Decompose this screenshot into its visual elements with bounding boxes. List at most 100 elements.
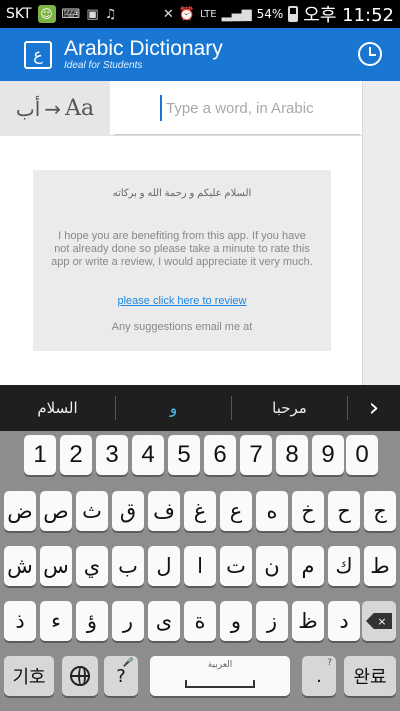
- keyboard-icon: ⌨: [61, 6, 81, 22]
- app-titles: Arabic Dictionary Ideal for Students: [64, 36, 223, 72]
- letter-key[interactable]: ذ: [4, 601, 36, 641]
- letter-key[interactable]: ك: [328, 546, 360, 586]
- suggestion-item[interactable]: السلام: [0, 385, 115, 431]
- space-language-label: العربية: [207, 660, 233, 670]
- letter-key[interactable]: ن: [256, 546, 288, 586]
- search-input[interactable]: [160, 95, 355, 121]
- latin-letters-label: Aa: [65, 96, 95, 121]
- bottom-row: 기호 🎤 ? العربية ? . 완료: [0, 652, 400, 698]
- space-key[interactable]: العربية: [150, 656, 290, 696]
- app-bar: ع Arabic Dictionary Ideal for Students: [0, 28, 400, 81]
- key-5[interactable]: 5: [168, 435, 200, 475]
- question-label: ?: [116, 665, 126, 687]
- letter-key[interactable]: خ: [292, 491, 324, 531]
- letter-row-3: ذ ء ؤ ر ى ة و ز ظ د ×: [0, 597, 400, 643]
- letter-key[interactable]: و: [220, 601, 252, 641]
- app-subtitle: Ideal for Students: [64, 59, 143, 71]
- signal-icon: ▂▄▆: [221, 6, 252, 22]
- key-9[interactable]: 9: [312, 435, 344, 475]
- status-bar: SKT ☺ ⌨ ▣ ♫ ✕ ⏰ LTE ▂▄▆ 54% 오후 11:52: [0, 0, 400, 28]
- letter-row-2: ش س ي ب ل ا ت ن م ك ط: [0, 542, 400, 588]
- letter-key[interactable]: ر: [112, 601, 144, 641]
- question-key[interactable]: 🎤 ?: [104, 656, 138, 696]
- space-bar-icon: [185, 680, 255, 688]
- keyboard-suggestion-bar: السلام و مرحبا ›: [0, 385, 400, 431]
- headphones-icon: ♫: [104, 6, 117, 22]
- letter-key[interactable]: ح: [328, 491, 360, 531]
- key-3[interactable]: 3: [96, 435, 128, 475]
- battery-icon: [288, 6, 299, 22]
- review-message: I hope you are benefiting from this app.…: [51, 230, 313, 268]
- letter-key[interactable]: د: [328, 601, 360, 641]
- screenshot-icon: ▣: [86, 6, 99, 22]
- letter-key[interactable]: غ: [184, 491, 216, 531]
- letter-key[interactable]: ض: [4, 491, 36, 531]
- letter-key[interactable]: ز: [256, 601, 288, 641]
- keyboard: 1 2 3 4 5 6 7 8 9 0 ض ص ث ق ف غ ع ه خ ح …: [0, 431, 400, 711]
- side-strip: [362, 81, 400, 385]
- globe-icon: [70, 666, 90, 686]
- letter-row-1: ض ص ث ق ف غ ع ه خ ح ج: [0, 487, 400, 533]
- letter-key[interactable]: ة: [184, 601, 216, 641]
- letter-key[interactable]: ق: [112, 491, 144, 531]
- clock: 오후 11:52: [303, 5, 394, 26]
- letter-key[interactable]: م: [292, 546, 324, 586]
- letter-key[interactable]: ؤ: [76, 601, 108, 641]
- letter-key[interactable]: ع: [220, 491, 252, 531]
- done-key[interactable]: 완료: [344, 656, 396, 696]
- mute-icon: ✕: [162, 6, 174, 22]
- battery-percent: 54%: [256, 7, 284, 21]
- backspace-icon: ×: [366, 613, 392, 629]
- review-link[interactable]: please click here to review: [33, 295, 331, 307]
- letter-key[interactable]: ي: [76, 546, 108, 586]
- letter-key[interactable]: ا: [184, 546, 216, 586]
- suggestion-item[interactable]: مرحبا: [232, 385, 347, 431]
- backspace-key[interactable]: ×: [362, 601, 396, 641]
- language-key[interactable]: [62, 656, 98, 696]
- screen: SKT ☺ ⌨ ▣ ♫ ✕ ⏰ LTE ▂▄▆ 54% 오후 11:52 ع A…: [0, 0, 400, 711]
- network-type: LTE: [199, 8, 217, 20]
- letter-key[interactable]: س: [40, 546, 72, 586]
- letter-key[interactable]: ظ: [292, 601, 324, 641]
- period-sub-label: ?: [327, 658, 332, 668]
- chevron-right-icon[interactable]: ›: [348, 393, 400, 423]
- letter-key[interactable]: ش: [4, 546, 36, 586]
- key-6[interactable]: 6: [204, 435, 236, 475]
- letter-key[interactable]: ب: [112, 546, 144, 586]
- search-underline: [114, 134, 360, 135]
- period-key[interactable]: ? .: [302, 656, 336, 696]
- letter-key[interactable]: ت: [220, 546, 252, 586]
- suggestions-text: Any suggestions email me at: [111, 321, 253, 333]
- arrow-right-icon: →: [44, 96, 62, 121]
- arabic-letters-label: أب: [15, 96, 41, 121]
- letter-key[interactable]: ف: [148, 491, 180, 531]
- app-notification-icon: ☺: [37, 5, 56, 23]
- app-title: Arabic Dictionary: [64, 36, 223, 60]
- key-2[interactable]: 2: [60, 435, 92, 475]
- review-card: السلام عليكم و رحمة الله و بركاته I hope…: [33, 170, 331, 351]
- key-7[interactable]: 7: [240, 435, 272, 475]
- mic-icon: 🎤: [122, 658, 134, 668]
- key-1[interactable]: 1: [24, 435, 56, 475]
- letter-key[interactable]: ط: [364, 546, 396, 586]
- alarm-icon: ⏰: [178, 6, 195, 22]
- search-row: أب → Aa: [0, 81, 362, 136]
- symbols-key[interactable]: 기호: [4, 656, 54, 696]
- transliterate-button[interactable]: أب → Aa: [0, 81, 110, 136]
- history-icon[interactable]: [358, 42, 382, 66]
- letter-key[interactable]: ج: [364, 491, 396, 531]
- letter-key[interactable]: ل: [148, 546, 180, 586]
- period-label: .: [316, 665, 322, 687]
- letter-key[interactable]: ث: [76, 491, 108, 531]
- letter-key[interactable]: ى: [148, 601, 180, 641]
- suggestion-item[interactable]: و: [116, 385, 231, 431]
- letter-key[interactable]: ص: [40, 491, 72, 531]
- letter-key[interactable]: ء: [40, 601, 72, 641]
- key-8[interactable]: 8: [276, 435, 308, 475]
- app-logo-icon: ع: [24, 40, 52, 69]
- carrier-label: SKT: [6, 6, 32, 22]
- letter-key[interactable]: ه: [256, 491, 288, 531]
- key-0[interactable]: 0: [346, 435, 378, 475]
- number-row: 1 2 3 4 5 6 7 8 9 0: [0, 431, 400, 477]
- key-4[interactable]: 4: [132, 435, 164, 475]
